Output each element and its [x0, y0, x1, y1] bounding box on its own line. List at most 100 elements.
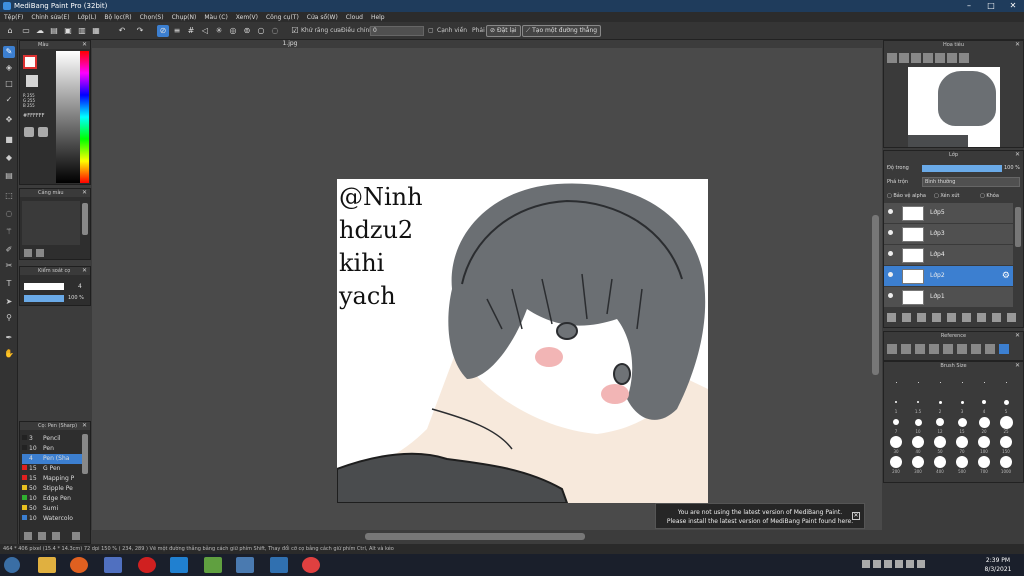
clock[interactable]: 2:39 PM 8/3/2021: [978, 556, 1018, 574]
home-icon[interactable]: ⌂: [4, 25, 16, 37]
duplicate-icon[interactable]: [977, 313, 986, 322]
brush-size-dot[interactable]: [890, 436, 902, 448]
eye-icon[interactable]: [888, 272, 893, 277]
new-halftone-layer-icon[interactable]: [902, 313, 911, 322]
snap-concentric-icon[interactable]: ⊚: [241, 25, 253, 37]
snap-vanish-icon[interactable]: ◁: [199, 25, 211, 37]
delete-layer-icon[interactable]: [1007, 313, 1016, 322]
brush-size-dot[interactable]: [956, 436, 968, 448]
brush-list-item[interactable]: 50 Stipple Pe: [22, 484, 82, 494]
close-icon[interactable]: ✕: [1015, 362, 1020, 370]
rotate-right-icon[interactable]: [947, 53, 957, 63]
lock-checkbox[interactable]: ▢ Khóa: [980, 193, 999, 199]
reference-fit-icon[interactable]: [929, 344, 939, 354]
tray-icon[interactable]: [884, 560, 892, 568]
eraser-tool-icon[interactable]: ◈: [3, 62, 15, 74]
reference-eyedropper-icon[interactable]: [985, 344, 995, 354]
brush-size-dot[interactable]: [1005, 381, 1007, 383]
add-brush-icon[interactable]: [24, 532, 32, 540]
menu-item[interactable]: Công cụ(T): [266, 14, 299, 21]
primary-color-swatch[interactable]: [23, 55, 37, 69]
reference-close-icon[interactable]: [915, 344, 925, 354]
move-tool-icon[interactable]: ✥: [3, 114, 15, 126]
layer-row[interactable]: Lớp5: [884, 203, 1013, 224]
media-player-icon[interactable]: [104, 557, 122, 573]
save-icon[interactable]: ▣: [62, 25, 74, 37]
palette-icon[interactable]: [24, 127, 34, 137]
firefox-icon[interactable]: [70, 557, 88, 573]
medibang-taskbar-icon[interactable]: [270, 557, 288, 573]
palette-add-icon[interactable]: [38, 127, 48, 137]
color-picker-square[interactable]: [56, 51, 80, 183]
new-1bit-layer-icon[interactable]: [932, 313, 941, 322]
reference-zoom-out-icon[interactable]: [957, 344, 967, 354]
update-notice[interactable]: You are not using the latest version of …: [655, 503, 865, 529]
new-8bit-layer-icon[interactable]: [917, 313, 926, 322]
reset-button[interactable]: ⊘ Đặt lại: [486, 25, 521, 37]
brush-size-dot[interactable]: [895, 401, 897, 403]
brush-list-item[interactable]: 10 Watercolo: [22, 514, 82, 524]
brush-list-item[interactable]: 3 Pencil: [22, 434, 82, 444]
redo-icon[interactable]: ↷: [134, 25, 146, 37]
brush-size-dot[interactable]: [934, 436, 946, 448]
drawing-canvas[interactable]: @Ninh hdzu2 kihi yach: [337, 179, 708, 503]
brush-size-dot[interactable]: [890, 456, 902, 468]
brush-list-item[interactable]: 15 Mapping P: [22, 474, 82, 484]
scrollbar[interactable]: [82, 434, 88, 474]
brush-size-slider[interactable]: [24, 283, 64, 290]
start-icon[interactable]: [4, 557, 20, 573]
blend-mode-select[interactable]: Bình thường: [922, 177, 1020, 187]
brush-size-dot[interactable]: [917, 401, 919, 403]
brush-size-dot[interactable]: [983, 381, 985, 383]
brush-size-dot[interactable]: [938, 400, 942, 404]
layer-row[interactable]: Lớp4: [884, 245, 1013, 266]
close-button[interactable]: ✕: [1002, 0, 1024, 12]
menu-item[interactable]: Help: [371, 14, 385, 21]
computer-icon[interactable]: [236, 557, 254, 573]
gradient-tool-icon[interactable]: ▤: [3, 170, 15, 182]
delete-brush-icon[interactable]: [72, 532, 80, 540]
menu-item[interactable]: Chụp(N): [172, 14, 197, 21]
fit-icon[interactable]: [911, 53, 921, 63]
brush-size-dot[interactable]: [999, 415, 1013, 429]
menu-item[interactable]: Cloud: [346, 14, 363, 21]
snap-ellipse-icon[interactable]: ○: [255, 25, 267, 37]
reference-home-icon[interactable]: [887, 344, 897, 354]
reference-actual-icon[interactable]: [971, 344, 981, 354]
menu-item[interactable]: Lớp(L): [78, 14, 97, 21]
brush-size-dot[interactable]: [917, 381, 919, 383]
snap-curve-icon[interactable]: ◌: [269, 25, 281, 37]
brush-size-dot[interactable]: [912, 436, 924, 448]
folder-icon[interactable]: [947, 313, 956, 322]
navigator-thumbnail[interactable]: [908, 67, 1000, 147]
zoom-in-icon[interactable]: [887, 53, 897, 63]
brush-size-dot[interactable]: [1000, 436, 1012, 448]
layer-row[interactable]: Lớp2 ⚙: [884, 266, 1013, 287]
lasso-tool-icon[interactable]: ◌: [3, 208, 15, 220]
reference-zoom-in-icon[interactable]: [943, 344, 953, 354]
brush-size-dot[interactable]: [956, 456, 968, 468]
cloud-icon[interactable]: ☁: [34, 25, 46, 37]
eye-icon[interactable]: [888, 209, 893, 214]
tray-icon[interactable]: [873, 560, 881, 568]
chrome-icon[interactable]: [302, 557, 320, 573]
close-icon[interactable]: ✕: [82, 41, 87, 49]
tray-icon[interactable]: [862, 560, 870, 568]
shape-tool-icon[interactable]: ■: [3, 134, 15, 146]
brush-size-dot[interactable]: [978, 436, 990, 448]
scrollbar[interactable]: [82, 203, 88, 235]
scrollbar[interactable]: [1015, 207, 1021, 247]
notice-close-icon[interactable]: ✕: [852, 512, 860, 520]
open-icon[interactable]: ▤: [48, 25, 60, 37]
brush-size-dot[interactable]: [1000, 456, 1012, 468]
merge-icon[interactable]: [962, 313, 971, 322]
select-eraser-icon[interactable]: ✂: [3, 260, 15, 272]
close-icon[interactable]: ✕: [1015, 41, 1020, 49]
magic-wand-icon[interactable]: ⚚: [3, 226, 15, 238]
reference-hand-icon[interactable]: [999, 344, 1009, 354]
menu-item[interactable]: Xem(V): [236, 14, 258, 21]
opera-icon[interactable]: [138, 557, 156, 573]
select-pen-icon[interactable]: ✐: [3, 244, 15, 256]
close-icon[interactable]: ✕: [1015, 332, 1020, 340]
brush-menu-icon[interactable]: [52, 532, 60, 540]
